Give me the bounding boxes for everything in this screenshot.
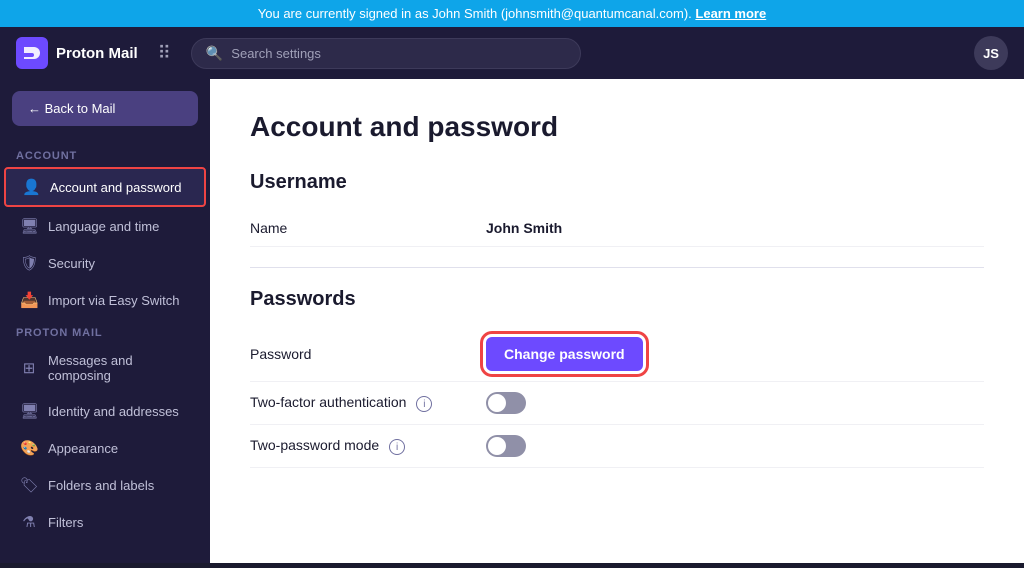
- sidebar-item-label: Account and password: [50, 180, 182, 195]
- sidebar-item-filters[interactable]: ⚗ Filters: [4, 504, 206, 540]
- logo-text: Proton Mail: [56, 45, 138, 62]
- avatar-button[interactable]: JS: [974, 36, 1008, 70]
- passwords-section-title: Passwords: [250, 288, 984, 311]
- password-label: Password: [250, 346, 470, 362]
- section-divider: [250, 267, 984, 268]
- sidebar-item-security[interactable]: 🛡 Security: [4, 245, 206, 281]
- change-password-button[interactable]: Change password: [486, 337, 643, 371]
- announcement-text: You are currently signed in as John Smit…: [258, 6, 692, 21]
- main-content: Account and password Username Name John …: [210, 79, 1024, 563]
- sidebar-section-account: ACCOUNT: [0, 142, 210, 166]
- sidebar-item-label: Appearance: [48, 441, 118, 456]
- two-password-info-icon[interactable]: i: [389, 439, 405, 455]
- filters-icon: ⚗: [20, 513, 38, 531]
- name-label: Name: [250, 220, 470, 236]
- sidebar: ← Back to Mail ACCOUNT 👤 Account and pas…: [0, 79, 210, 563]
- easy-switch-icon: 📥: [20, 291, 38, 309]
- identity-addresses-icon: 🖥: [20, 402, 38, 420]
- sidebar-item-appearance[interactable]: 🎨 Appearance: [4, 430, 206, 466]
- sidebar-item-messages-composing[interactable]: ⊞ Messages and composing: [4, 344, 206, 392]
- sidebar-item-label: Filters: [48, 515, 83, 530]
- sidebar-item-language-time[interactable]: 🖥 Language and time: [4, 208, 206, 244]
- page-title: Account and password: [250, 111, 984, 143]
- sidebar-item-label: Import via Easy Switch: [48, 293, 180, 308]
- username-section-title: Username: [250, 171, 984, 194]
- name-value: John Smith: [486, 220, 562, 236]
- sidebar-item-label: Folders and labels: [48, 478, 154, 493]
- sidebar-item-easy-switch[interactable]: 📥 Import via Easy Switch: [4, 282, 206, 318]
- back-to-mail-button[interactable]: ← Back to Mail: [12, 91, 198, 126]
- sidebar-item-account-password[interactable]: 👤 Account and password: [4, 167, 206, 207]
- header: Proton Mail ⠿ 🔍 JS: [0, 27, 1024, 79]
- logo-area: Proton Mail: [16, 37, 138, 69]
- sidebar-item-label: Language and time: [48, 219, 159, 234]
- layout: ← Back to Mail ACCOUNT 👤 Account and pas…: [0, 79, 1024, 563]
- learn-more-link[interactable]: Learn more: [695, 6, 766, 21]
- two-factor-auth-label: Two-factor authentication i: [250, 394, 470, 413]
- security-icon: 🛡: [20, 254, 38, 272]
- two-factor-info-icon[interactable]: i: [416, 396, 432, 412]
- search-bar[interactable]: 🔍: [191, 38, 582, 69]
- sidebar-item-folders-labels[interactable]: 🏷 Folders and labels: [4, 467, 206, 503]
- search-icon: 🔍: [206, 45, 223, 62]
- messages-composing-icon: ⊞: [20, 359, 38, 377]
- password-row: Password Change password: [250, 327, 984, 382]
- proton-logo-icon: [16, 37, 48, 69]
- two-password-mode-row: Two-password mode i: [250, 425, 984, 468]
- search-input[interactable]: [231, 46, 566, 61]
- two-factor-toggle[interactable]: [486, 392, 526, 414]
- sidebar-item-label: Identity and addresses: [48, 404, 179, 419]
- sidebar-item-identity-addresses[interactable]: 🖥 Identity and addresses: [4, 393, 206, 429]
- folders-labels-icon: 🏷: [20, 476, 38, 494]
- announcement-bar: You are currently signed in as John Smit…: [0, 0, 1024, 27]
- two-password-mode-label: Two-password mode i: [250, 437, 470, 456]
- name-row: Name John Smith: [250, 210, 984, 247]
- two-password-toggle[interactable]: [486, 435, 526, 457]
- two-factor-auth-row: Two-factor authentication i: [250, 382, 984, 425]
- account-password-icon: 👤: [22, 178, 40, 196]
- language-time-icon: 🖥: [20, 217, 38, 235]
- sidebar-section-protonmail: PROTON MAIL: [0, 319, 210, 343]
- grid-icon[interactable]: ⠿: [154, 39, 175, 68]
- sidebar-item-label: Security: [48, 256, 95, 271]
- appearance-icon: 🎨: [20, 439, 38, 457]
- sidebar-item-label: Messages and composing: [48, 353, 190, 383]
